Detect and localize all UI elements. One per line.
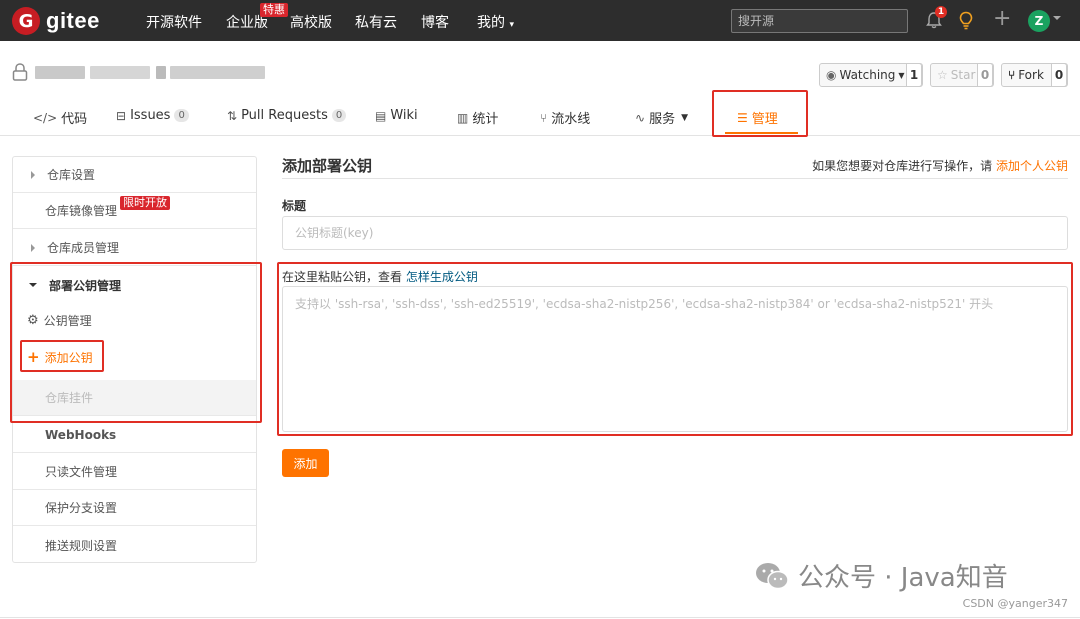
sidebar-item-protected-branches[interactable]: 保护分支设置: [13, 490, 256, 526]
hint-text: 如果您想要对仓库进行写操作，请: [812, 159, 993, 173]
sidebar-item-readonly[interactable]: 只读文件管理: [13, 454, 256, 490]
csdn-watermark: CSDN @yanger347: [962, 597, 1068, 610]
eye-icon: ◉: [826, 68, 837, 82]
sidebar-item-label: 保护分支设置: [45, 501, 118, 515]
nav-link-blog[interactable]: 博客: [421, 12, 449, 32]
chevron-down-icon: ▼: [681, 112, 688, 123]
tab-pull-requests[interactable]: ⇅ Pull Requests 0: [227, 108, 347, 123]
sidebar-item-label: 仓库镜像管理: [45, 204, 118, 218]
top-navbar: G gitee 开源软件 企业版 特惠 高校版 私有云 博客 我的 ▾ 1 + …: [0, 0, 1080, 41]
key-title-input[interactable]: [282, 216, 1068, 250]
sidebar-item-label: 仓库成员管理: [47, 241, 120, 255]
caret-right-icon: [31, 170, 35, 179]
tab-wiki-label: Wiki: [390, 108, 418, 123]
tab-code[interactable]: </> 代码: [33, 108, 88, 128]
watch-button[interactable]: ◉ Watching ▼ 1: [819, 63, 923, 87]
star-count[interactable]: 0: [977, 63, 993, 87]
nav-link-education[interactable]: 高校版: [290, 12, 332, 32]
nav-link-private-cloud[interactable]: 私有云: [355, 12, 397, 32]
logo-text: gitee: [46, 8, 100, 33]
caret-down-icon: ▼: [898, 70, 905, 80]
highlight-box-add-key: [20, 340, 104, 372]
pulls-count: 0: [331, 109, 347, 122]
avatar[interactable]: Z: [1028, 10, 1050, 32]
tab-code-label: 代码: [61, 112, 88, 127]
watch-label: Watching: [839, 68, 896, 82]
lightbulb-icon[interactable]: [958, 11, 974, 30]
star-button[interactable]: ☆ Star 0: [930, 63, 994, 87]
highlight-box-key-area: [277, 262, 1073, 436]
pipeline-icon: ⑂: [540, 110, 548, 125]
nav-link-open-source[interactable]: 开源软件: [146, 12, 202, 32]
tab-wiki[interactable]: ▤ Wiki: [375, 108, 418, 123]
search-input[interactable]: [731, 9, 908, 33]
tab-stats[interactable]: ▥ 统计: [457, 108, 499, 128]
notification-count-badge: 1: [935, 6, 947, 18]
highlight-box-manage-tab: [712, 90, 808, 137]
star-icon: ☆: [937, 68, 948, 82]
title-label: 标题: [282, 199, 307, 213]
fork-button[interactable]: ⑂ Fork 0: [1001, 63, 1068, 87]
wechat-icon: [756, 562, 789, 589]
chevron-down-icon: ▾: [509, 20, 514, 30]
fork-icon: ⑂: [1008, 68, 1016, 82]
sidebar-item-members[interactable]: 仓库成员管理: [13, 230, 256, 266]
gitee-logo[interactable]: G gitee: [12, 7, 100, 35]
tab-issues[interactable]: ⊟ Issues 0: [116, 108, 189, 123]
issues-count: 0: [174, 109, 189, 122]
sidebar-item-label: 只读文件管理: [45, 465, 118, 479]
wiki-icon: ▤: [375, 108, 387, 123]
limited-open-badge: 限时开放: [120, 196, 170, 210]
tab-services[interactable]: ∿ 服务 ▼: [635, 108, 688, 128]
fork-label: Fork: [1018, 68, 1044, 82]
star-label: Star: [950, 68, 976, 82]
watermark: 公众号 · Java知音: [754, 557, 1008, 594]
fork-count[interactable]: 0: [1051, 63, 1067, 87]
watch-count[interactable]: 1: [906, 63, 922, 87]
sidebar-item-label: 仓库设置: [47, 168, 96, 182]
sidebar-item-push-rules[interactable]: 推送规则设置: [13, 527, 256, 563]
nav-my-menu[interactable]: 我的 ▾: [477, 12, 514, 32]
sidebar-item-label: 推送规则设置: [45, 538, 118, 553]
footer-divider: [0, 617, 1080, 618]
sidebar-item-mirror[interactable]: 仓库镜像管理 限时开放: [13, 193, 256, 229]
sidebar-item-label: WebHooks: [45, 427, 117, 442]
tab-issues-label: Issues: [130, 108, 171, 123]
pulse-icon: ∿: [635, 110, 646, 125]
add-personal-key-link[interactable]: 添加个人公钥: [996, 159, 1068, 173]
issues-icon: ⊟: [116, 108, 127, 123]
page-title: 添加部署公钥: [282, 157, 373, 175]
code-icon: </>: [33, 110, 58, 125]
sidebar-item-repo-settings[interactable]: 仓库设置: [13, 157, 256, 193]
pull-request-icon: ⇅: [227, 108, 238, 123]
my-menu-label: 我的: [477, 15, 505, 31]
plus-icon[interactable]: +: [993, 7, 1011, 31]
tab-pipeline-label: 流水线: [551, 112, 591, 127]
bar-chart-icon: ▥: [457, 110, 469, 125]
tab-pulls-label: Pull Requests: [241, 108, 328, 123]
tab-pipeline[interactable]: ⑂ 流水线: [540, 108, 591, 128]
repo-tabs: </> 代码 ⊟ Issues 0 ⇅ Pull Requests 0 ▤ Wi…: [0, 98, 1080, 136]
caret-right-icon: [31, 243, 35, 252]
logo-icon: G: [12, 7, 40, 35]
lock-icon: [12, 63, 28, 81]
tab-services-label: 服务: [649, 112, 676, 127]
watermark-text: 公众号 · Java知音: [798, 563, 1008, 593]
tab-stats-label: 统计: [472, 112, 499, 127]
personal-key-hint: 如果您想要对仓库进行写操作，请 添加个人公钥: [812, 157, 1068, 174]
title-divider: [282, 178, 1068, 179]
avatar-dropdown-icon[interactable]: [1053, 16, 1061, 20]
hot-badge: 特惠: [260, 3, 288, 17]
add-key-button[interactable]: 添加: [282, 449, 329, 477]
